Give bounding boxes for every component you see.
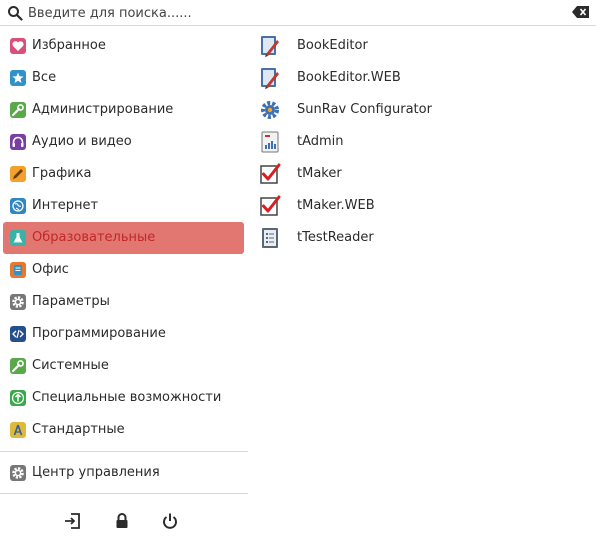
category-accessibility[interactable]: Специальные возможности (3, 382, 244, 414)
lock-button[interactable] (111, 510, 133, 532)
test-reader-icon (259, 226, 281, 250)
category-programming[interactable]: Программирование (3, 318, 244, 350)
gear-icon (10, 294, 26, 310)
category-internet[interactable]: Интернет (3, 190, 244, 222)
logout-button[interactable] (62, 510, 84, 532)
search-input[interactable] (28, 3, 548, 23)
divider (0, 493, 248, 494)
app-label: BookEditor.WEB (297, 70, 401, 85)
app-label: tAdmin (297, 134, 344, 149)
code-icon (10, 326, 26, 342)
category-label: Образовательные (32, 230, 156, 245)
control-center-item[interactable]: Центр управления (3, 457, 244, 489)
app-label: BookEditor (297, 38, 368, 53)
category-accessories[interactable]: Стандартные (3, 414, 244, 446)
search-icon (8, 6, 23, 21)
logout-icon (65, 513, 80, 529)
checkmark-icon (259, 194, 281, 218)
power-icon (163, 513, 177, 529)
app-tmaker[interactable]: tMaker (257, 158, 577, 190)
admin-chart-icon (259, 130, 281, 154)
app-label: SunRav Configurator (297, 102, 432, 117)
heart-icon (10, 38, 26, 54)
app-bookeditor[interactable]: BookEditor (257, 30, 577, 62)
category-education[interactable]: Образовательные (3, 222, 244, 254)
category-office[interactable]: Офис (3, 254, 244, 286)
category-label: Избранное (32, 38, 106, 53)
app-ttestreader[interactable]: tTestReader (257, 222, 577, 254)
pencil-icon (10, 166, 26, 182)
category-label: Специальные возможности (32, 390, 222, 405)
app-tmaker-web[interactable]: tMaker.WEB (257, 190, 577, 222)
category-all[interactable]: Все (3, 62, 244, 94)
category-label: Системные (32, 358, 109, 373)
divider (0, 451, 248, 452)
category-label: Стандартные (32, 422, 125, 437)
gear-icon (10, 465, 26, 481)
app-label: tMaker.WEB (297, 198, 375, 213)
category-audio-video[interactable]: Аудио и видео (3, 126, 244, 158)
document-icon (10, 262, 26, 278)
app-label: tTestReader (297, 230, 374, 245)
category-label: Аудио и видео (32, 134, 132, 149)
category-administration[interactable]: Администрирование (3, 94, 244, 126)
wrench-icon (10, 358, 26, 374)
clear-search-icon[interactable] (572, 5, 590, 19)
compass-icon (10, 422, 26, 438)
search-bar (0, 0, 596, 26)
book-editor-icon (259, 34, 281, 58)
accessibility-icon (10, 390, 26, 406)
power-button[interactable] (159, 510, 181, 532)
lock-icon (116, 513, 128, 528)
flask-icon (10, 230, 26, 246)
category-label: Параметры (32, 294, 110, 309)
headphones-icon (10, 134, 26, 150)
checkmark-icon (259, 162, 281, 186)
category-label: Все (32, 70, 57, 85)
book-editor-icon (259, 66, 281, 90)
category-system[interactable]: Системные (3, 350, 244, 382)
category-label: Графика (32, 166, 92, 181)
app-sunrav-configurator[interactable]: SunRav Configurator (257, 94, 577, 126)
category-label: Интернет (32, 198, 99, 213)
app-label: tMaker (297, 166, 342, 181)
globe-icon (10, 198, 26, 214)
app-tadmin[interactable]: tAdmin (257, 126, 577, 158)
category-settings[interactable]: Параметры (3, 286, 244, 318)
category-graphics[interactable]: Графика (3, 158, 244, 190)
gear-icon (259, 98, 281, 122)
category-label: Офис (32, 262, 69, 277)
app-bookeditor-web[interactable]: BookEditor.WEB (257, 62, 577, 94)
category-favorites[interactable]: Избранное (3, 30, 244, 62)
category-label: Администрирование (32, 102, 174, 117)
wrench-icon (10, 102, 26, 118)
category-label: Программирование (32, 326, 166, 341)
control-center-label: Центр управления (32, 465, 160, 480)
star-icon (10, 70, 26, 86)
